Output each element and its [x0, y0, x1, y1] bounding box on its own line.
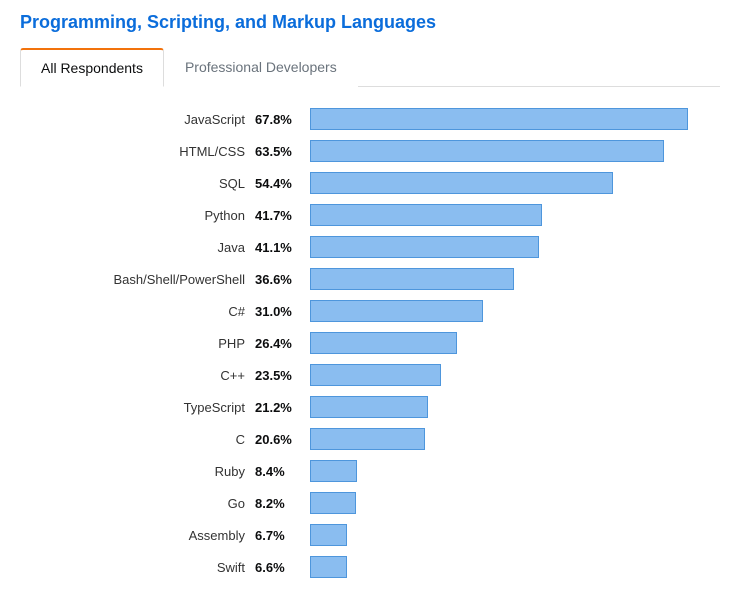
chart-row-value: 21.2% — [255, 400, 310, 415]
chart-row: Python41.7% — [20, 203, 700, 227]
chart-row-label: Go — [20, 496, 255, 511]
chart-row-label: Bash/Shell/PowerShell — [20, 272, 255, 287]
tabs-container: All Respondents Professional Developers — [20, 47, 720, 87]
chart-row-value: 67.8% — [255, 112, 310, 127]
chart-row-label: Swift — [20, 560, 255, 575]
chart-row-value: 6.6% — [255, 560, 310, 575]
chart-bar-track — [310, 140, 700, 162]
chart-row-label: Python — [20, 208, 255, 223]
chart-row-label: Java — [20, 240, 255, 255]
chart-bar — [310, 236, 539, 258]
chart-row-value: 63.5% — [255, 144, 310, 159]
chart-bar-track — [310, 204, 700, 226]
chart-bar-track — [310, 300, 700, 322]
chart-bar-track — [310, 492, 700, 514]
chart-row: Ruby8.4% — [20, 459, 700, 483]
chart-bar-track — [310, 364, 700, 386]
chart-row: C++23.5% — [20, 363, 700, 387]
chart-row-label: C — [20, 432, 255, 447]
chart-bar — [310, 300, 483, 322]
chart-bar-track — [310, 460, 700, 482]
chart-row-value: 6.7% — [255, 528, 310, 543]
chart-row-label: HTML/CSS — [20, 144, 255, 159]
bar-chart: JavaScript67.8% HTML/CSS63.5% SQL54.4% Pyth… — [20, 107, 720, 579]
chart-row-value: 23.5% — [255, 368, 310, 383]
chart-row-label: Ruby — [20, 464, 255, 479]
chart-bar — [310, 524, 347, 546]
chart-bar — [310, 268, 514, 290]
chart-bar — [310, 556, 347, 578]
chart-bar — [310, 460, 357, 482]
tab-professional-developers[interactable]: Professional Developers — [164, 48, 358, 87]
chart-bar — [310, 364, 441, 386]
chart-row-value: 41.7% — [255, 208, 310, 223]
chart-bar — [310, 172, 613, 194]
chart-bar — [310, 140, 664, 162]
chart-row-label: Assembly — [20, 528, 255, 543]
chart-row-label: TypeScript — [20, 400, 255, 415]
chart-row-value: 26.4% — [255, 336, 310, 351]
chart-row-label: PHP — [20, 336, 255, 351]
chart-row-label: C# — [20, 304, 255, 319]
chart-row: HTML/CSS63.5% — [20, 139, 700, 163]
chart-row-value: 8.2% — [255, 496, 310, 511]
chart-row-label: SQL — [20, 176, 255, 191]
chart-bar-track — [310, 556, 700, 578]
chart-row: SQL54.4% — [20, 171, 700, 195]
chart-row-value: 31.0% — [255, 304, 310, 319]
chart-row: Java41.1% — [20, 235, 700, 259]
chart-row: Bash/Shell/PowerShell36.6% — [20, 267, 700, 291]
chart-bar — [310, 428, 425, 450]
chart-row: Assembly6.7% — [20, 523, 700, 547]
chart-row-label: C++ — [20, 368, 255, 383]
chart-row-value: 41.1% — [255, 240, 310, 255]
chart-row: JavaScript67.8% — [20, 107, 700, 131]
chart-bar-track — [310, 428, 700, 450]
chart-row-value: 20.6% — [255, 432, 310, 447]
chart-bar-track — [310, 172, 700, 194]
chart-bar — [310, 108, 688, 130]
chart-bar — [310, 332, 457, 354]
chart-row-value: 8.4% — [255, 464, 310, 479]
tab-all-respondents[interactable]: All Respondents — [20, 48, 164, 87]
chart-bar-track — [310, 396, 700, 418]
chart-row: C#31.0% — [20, 299, 700, 323]
page-title: Programming, Scripting, and Markup Langu… — [20, 12, 720, 33]
chart-row: PHP26.4% — [20, 331, 700, 355]
chart-row-value: 36.6% — [255, 272, 310, 287]
chart-row: C20.6% — [20, 427, 700, 451]
chart-bar-track — [310, 268, 700, 290]
chart-row-label: JavaScript — [20, 112, 255, 127]
chart-row: TypeScript21.2% — [20, 395, 700, 419]
chart-bar-track — [310, 524, 700, 546]
chart-bar-track — [310, 236, 700, 258]
chart-bar-track — [310, 108, 700, 130]
chart-row-value: 54.4% — [255, 176, 310, 191]
chart-bar — [310, 204, 542, 226]
chart-bar — [310, 396, 428, 418]
chart-row: Go8.2% — [20, 491, 700, 515]
chart-row: Swift6.6% — [20, 555, 700, 579]
chart-bar-track — [310, 332, 700, 354]
chart-bar — [310, 492, 356, 514]
